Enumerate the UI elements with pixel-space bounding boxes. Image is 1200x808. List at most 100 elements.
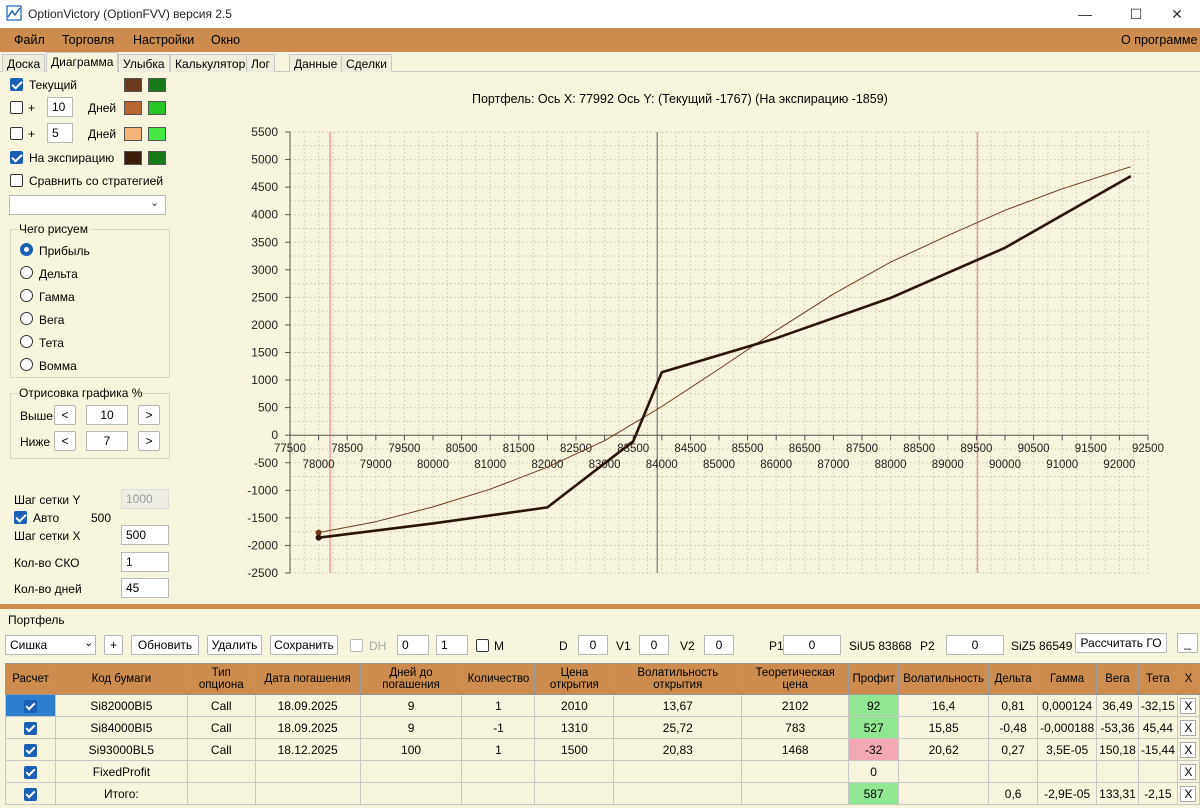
column-header[interactable]: Волатильность открытия xyxy=(613,663,743,695)
minimize-panel-button[interactable]: _ xyxy=(1177,633,1198,653)
calc-checkbox[interactable] xyxy=(5,782,56,805)
table-cell xyxy=(1137,760,1178,783)
v2-input[interactable]: 0 xyxy=(704,635,734,655)
v1-input[interactable]: 0 xyxy=(639,635,669,655)
portfolio-select[interactable]: Сишка xyxy=(5,635,96,655)
table-row[interactable]: Si93000BL5 Call 18.12.2025 100 1 1500 20,83 146… xyxy=(5,738,1200,761)
x-tick-label: 82000 xyxy=(531,459,563,471)
table-row[interactable]: Итого: 587 0,6 -2,9E-05 133,31 -2,15 X xyxy=(5,782,1200,805)
close-icon[interactable]: X xyxy=(1180,785,1197,802)
x-tick-label: 85000 xyxy=(703,459,735,471)
table-cell: Call xyxy=(186,716,256,739)
x-tick-label: 84500 xyxy=(674,443,706,455)
table-cell: 45,44 xyxy=(1137,716,1178,739)
table-cell xyxy=(359,782,463,805)
table-cell: 527 xyxy=(848,716,900,739)
positions-table: Расчет Код бумаги Тип опциона Дата погашени… xyxy=(5,663,1200,805)
close-icon[interactable]: X xyxy=(1180,763,1197,780)
remove-row-button[interactable]: X xyxy=(1176,760,1200,783)
remove-row-button[interactable]: X xyxy=(1176,738,1200,761)
column-header[interactable]: Количество xyxy=(461,663,536,695)
checkbox-icon[interactable] xyxy=(23,699,37,713)
column-header[interactable]: Код бумаги xyxy=(54,663,188,695)
column-header[interactable]: Вега xyxy=(1096,663,1139,695)
table-cell: 587 xyxy=(848,782,900,805)
y-tick-label: 4500 xyxy=(251,180,278,194)
payoff-chart[interactable]: 5500500045004000350030002500200015001000… xyxy=(0,0,1200,600)
column-header[interactable]: Профит xyxy=(848,663,900,695)
dh-checkbox[interactable] xyxy=(350,639,363,652)
y-tick-label: -1500 xyxy=(247,511,278,525)
checkbox-icon[interactable] xyxy=(23,787,37,801)
calculate-go-button[interactable]: Рассчитать ГО xyxy=(1075,633,1167,653)
portfolio-panel: Портфель Сишка ⌄ + Обновить Удалить Сохр… xyxy=(0,604,1200,808)
column-header[interactable]: X xyxy=(1176,663,1200,695)
x-tick-label: 86500 xyxy=(789,443,821,455)
remove-row-button[interactable]: X xyxy=(1176,782,1200,805)
table-cell: 15,85 xyxy=(898,716,990,739)
table-cell: -1 xyxy=(461,716,536,739)
column-header[interactable]: Дельта xyxy=(988,663,1039,695)
save-button[interactable]: Сохранить xyxy=(270,635,338,655)
table-row[interactable]: Si84000BI5 Call 18.09.2025 9 -1 1310 25,72 783 5… xyxy=(5,716,1200,739)
close-icon[interactable]: X xyxy=(1180,719,1197,736)
column-header[interactable]: Тип опциона xyxy=(186,663,256,695)
checkbox-icon[interactable] xyxy=(23,765,37,779)
table-cell: 92 xyxy=(848,694,900,717)
calc-checkbox[interactable] xyxy=(5,694,56,717)
table-cell: Итого: xyxy=(54,782,188,805)
delete-button[interactable]: Удалить xyxy=(207,635,262,655)
close-icon[interactable]: X xyxy=(1180,741,1197,758)
m-checkbox[interactable] xyxy=(476,639,489,652)
remove-row-button[interactable]: X xyxy=(1176,716,1200,739)
checkbox-icon[interactable] xyxy=(23,721,37,735)
x-tick-label: 83000 xyxy=(589,459,621,471)
table-cell xyxy=(359,760,463,783)
calc-checkbox[interactable] xyxy=(5,716,56,739)
remove-row-button[interactable]: X xyxy=(1176,694,1200,717)
table-cell: 2010 xyxy=(534,694,615,717)
calc-checkbox[interactable] xyxy=(5,738,56,761)
table-cell: Call xyxy=(186,694,256,717)
column-header[interactable]: Теоретическая цена xyxy=(741,663,850,695)
current-payoff-line xyxy=(318,166,1131,534)
p1-input[interactable]: 0 xyxy=(783,635,841,655)
table-cell xyxy=(898,760,990,783)
column-header[interactable]: Расчет xyxy=(5,663,56,695)
table-cell: 0,27 xyxy=(988,738,1039,761)
column-header[interactable]: Тета xyxy=(1137,663,1178,695)
table-cell: 36,49 xyxy=(1096,694,1139,717)
column-header[interactable]: Дата погашения xyxy=(254,663,361,695)
add-portfolio-button[interactable]: + xyxy=(104,635,123,655)
column-header[interactable]: Волатильность xyxy=(898,663,990,695)
chevron-down-icon[interactable]: ⌄ xyxy=(84,636,93,649)
x-tick-label: 77500 xyxy=(274,443,306,455)
column-header[interactable]: Дней до погашения xyxy=(359,663,463,695)
table-row[interactable]: Si82000BI5 Call 18.09.2025 9 1 2010 13,67 2102 9… xyxy=(5,694,1200,717)
column-header[interactable]: Цена открытия xyxy=(534,663,615,695)
close-icon[interactable]: X xyxy=(1180,697,1197,714)
y-tick-label: -500 xyxy=(254,456,278,470)
p2-input[interactable]: 0 xyxy=(946,635,1004,655)
y-tick-label: 2500 xyxy=(251,290,278,304)
spin2-input[interactable]: 1 xyxy=(436,635,468,655)
table-row[interactable]: FixedProfit 0 X xyxy=(5,760,1200,783)
spin1-input[interactable]: 0 xyxy=(397,635,429,655)
d-input[interactable]: 0 xyxy=(578,635,608,655)
x-tick-label: 80500 xyxy=(446,443,478,455)
p1-label: P1 xyxy=(769,639,784,653)
calc-checkbox[interactable] xyxy=(5,760,56,783)
table-cell: 18.09.2025 xyxy=(254,716,361,739)
checkbox-icon[interactable] xyxy=(23,743,37,757)
table-cell: 0,6 xyxy=(988,782,1039,805)
x-tick-label: 78500 xyxy=(331,443,363,455)
table-cell xyxy=(988,760,1039,783)
table-cell: 20,83 xyxy=(613,738,743,761)
y-tick-label: 1000 xyxy=(251,373,278,387)
column-header[interactable]: Гамма xyxy=(1037,663,1098,695)
table-cell: -0,000188 xyxy=(1037,716,1098,739)
refresh-button[interactable]: Обновить xyxy=(131,635,199,655)
y-tick-label: 4000 xyxy=(251,208,278,222)
table-cell xyxy=(534,760,615,783)
table-cell: -32 xyxy=(848,738,900,761)
